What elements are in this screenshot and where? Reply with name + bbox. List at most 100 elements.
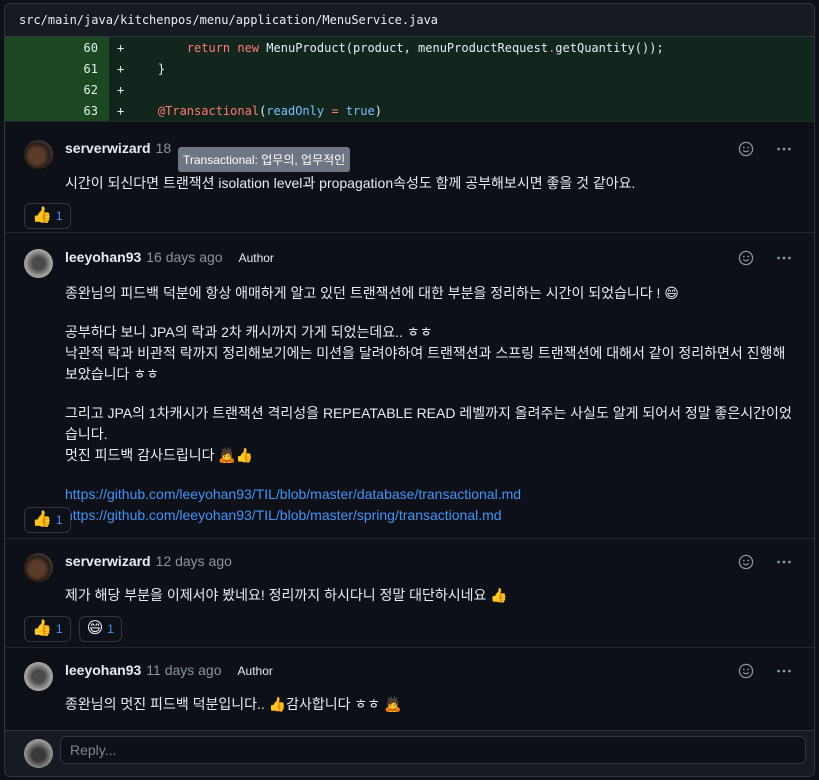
smile-icon: 😄 bbox=[86, 620, 104, 637]
comment-body: 제가 해당 부분을 이제서야 봤네요! 정리까지 하시다니 정말 대단하시네요 … bbox=[65, 585, 794, 606]
comment-actions bbox=[737, 140, 793, 158]
kebab-horizontal-icon[interactable] bbox=[775, 553, 793, 571]
reactions-bar: 👍 1 😄 1 bbox=[24, 616, 122, 642]
diff-sign: + bbox=[117, 82, 125, 97]
reaction-count: 1 bbox=[55, 209, 63, 223]
comment-timestamp[interactable]: 11 days ago bbox=[146, 662, 221, 678]
comment-text: 그리고 JPA의 1차캐시가 트랜잭션 격리성을 REPEATABLE READ… bbox=[65, 405, 792, 463]
current-user-avatar bbox=[24, 739, 53, 768]
comment-text: 종완님의 피드백 덕분에 항상 애매하게 알고 있던 트랜잭션에 대한 부분을 … bbox=[65, 285, 679, 301]
diff-line: 60 + return new MenuProduct(product, men… bbox=[5, 37, 814, 58]
avatar[interactable] bbox=[24, 662, 53, 691]
divider bbox=[5, 538, 814, 539]
line-number[interactable]: 60 bbox=[5, 37, 109, 58]
comment: serverwizard 18 시간이 되신다면 트랜잭션 isolation … bbox=[5, 140, 814, 194]
link[interactable]: https://github.com/leeyohan93/TIL/blob/m… bbox=[65, 486, 521, 502]
diff-line: 61 + } bbox=[5, 58, 814, 79]
diff-line: 63 + @Transactional(readOnly = true) bbox=[5, 100, 814, 121]
comment-header: serverwizard 12 days ago bbox=[65, 553, 794, 573]
comment-body: 종완님의 멋진 피드백 덕분입니다.. 👍감사합니다 ㅎㅎ 🙇 bbox=[65, 694, 794, 715]
comment-body: 시간이 되신다면 트랜잭션 isolation level과 propagati… bbox=[65, 173, 794, 194]
line-number[interactable]: 61 bbox=[5, 58, 109, 79]
diff-sign: + bbox=[117, 103, 125, 118]
code-token: } bbox=[129, 61, 166, 76]
comment-actions bbox=[737, 249, 793, 267]
comment: leeyohan93 16 days ago Author 종완님의 피드백 덕… bbox=[5, 249, 814, 526]
file-path[interactable]: src/main/java/kitchenpos/menu/applicatio… bbox=[19, 13, 438, 27]
comment-timestamp[interactable]: 12 days ago bbox=[156, 553, 232, 569]
smiley-icon[interactable] bbox=[737, 553, 755, 571]
reaction-count: 1 bbox=[107, 622, 114, 636]
code-token: ) bbox=[374, 103, 382, 118]
reaction-thumbs-up[interactable]: 👍 1 bbox=[24, 507, 71, 533]
comment: serverwizard 12 days ago 제가 해당 부분을 이제서야 … bbox=[5, 553, 814, 606]
diff-line: 62 + bbox=[5, 79, 814, 100]
reaction-count: 1 bbox=[55, 622, 63, 636]
kebab-horizontal-icon[interactable] bbox=[775, 662, 793, 680]
code-token: = bbox=[331, 103, 339, 118]
diff-sign: + bbox=[117, 40, 125, 55]
diff-hunk: 60 + return new MenuProduct(product, men… bbox=[5, 37, 814, 121]
comment-author[interactable]: leeyohan93 bbox=[65, 249, 141, 265]
comment-header: leeyohan93 11 days ago Author bbox=[65, 662, 794, 682]
reactions-bar: 👍 1 bbox=[24, 507, 71, 533]
reply-bar bbox=[5, 730, 814, 776]
code-token: @Transactional bbox=[157, 103, 260, 118]
line-number[interactable]: 62 bbox=[5, 79, 109, 100]
avatar[interactable] bbox=[24, 553, 53, 582]
code-line: return new MenuProduct(product, menuProd… bbox=[129, 41, 664, 55]
kebab-horizontal-icon[interactable] bbox=[775, 140, 793, 158]
comment-header: serverwizard 18 bbox=[65, 140, 794, 160]
comment-text: 공부하다 보니 JPA의 락과 2차 캐시까지 가게 되었는데요.. ㅎㅎ 낙관… bbox=[65, 324, 786, 382]
avatar[interactable] bbox=[24, 140, 53, 169]
comment-text: 종완님의 멋진 피드백 덕분입니다.. 👍감사합니다 ㅎㅎ 🙇 bbox=[65, 696, 402, 712]
reaction-thumbs-up[interactable]: 👍 1 bbox=[24, 203, 71, 229]
reaction-thumbs-up[interactable]: 👍 1 bbox=[24, 616, 71, 642]
code-token: readOnly bbox=[266, 103, 325, 118]
smiley-icon[interactable] bbox=[737, 662, 755, 680]
thumbs-up-icon: 👍 bbox=[32, 207, 52, 224]
kebab-horizontal-icon[interactable] bbox=[775, 249, 793, 267]
comment-author[interactable]: serverwizard bbox=[65, 140, 151, 156]
comment-author[interactable]: serverwizard bbox=[65, 553, 151, 569]
comment-timestamp[interactable]: 18 bbox=[156, 140, 172, 156]
file-header: src/main/java/kitchenpos/menu/applicatio… bbox=[5, 4, 814, 37]
comment-actions bbox=[737, 553, 793, 571]
thumbs-up-icon: 👍 bbox=[32, 620, 52, 637]
code-token: getQuantity()); bbox=[555, 40, 664, 55]
comment-body: 종완님의 피드백 덕분에 항상 애매하게 알고 있던 트랜잭션에 대한 부분을 … bbox=[65, 283, 794, 526]
link[interactable]: https://github.com/leeyohan93/TIL/blob/m… bbox=[65, 507, 502, 523]
smiley-icon[interactable] bbox=[737, 140, 755, 158]
comment: leeyohan93 11 days ago Author 종완님의 멋진 피드… bbox=[5, 662, 814, 715]
code-line: } bbox=[129, 62, 165, 76]
comment-links: https://github.com/leeyohan93/TIL/blob/m… bbox=[65, 484, 794, 526]
reaction-smile[interactable]: 😄 1 bbox=[78, 616, 122, 642]
code-token: true bbox=[345, 103, 375, 118]
smiley-icon[interactable] bbox=[737, 249, 755, 267]
avatar[interactable] bbox=[24, 249, 53, 278]
divider bbox=[5, 232, 814, 233]
divider bbox=[5, 647, 814, 648]
reply-input[interactable] bbox=[60, 736, 806, 764]
code-token: return bbox=[186, 40, 231, 55]
code-token: new bbox=[237, 40, 260, 55]
comment-text: 제가 해당 부분을 이제서야 봤네요! 정리까지 하시다니 정말 대단하시네요 … bbox=[65, 587, 508, 603]
comment-text: 시간이 되신다면 트랜잭션 isolation level과 propagati… bbox=[65, 175, 636, 191]
line-number[interactable]: 63 bbox=[5, 100, 109, 121]
author-badge: Author bbox=[237, 664, 273, 678]
comment-author[interactable]: leeyohan93 bbox=[65, 662, 141, 678]
comment-header: leeyohan93 16 days ago Author bbox=[65, 249, 794, 269]
comment-actions bbox=[737, 662, 793, 680]
comment-timestamp[interactable]: 16 days ago bbox=[146, 249, 222, 265]
diff-sign: + bbox=[117, 61, 125, 76]
author-badge: Author bbox=[238, 251, 274, 265]
divider bbox=[5, 121, 814, 122]
tooltip: Transactional: 업무의, 업무적인 bbox=[178, 147, 351, 172]
review-thread-panel: src/main/java/kitchenpos/menu/applicatio… bbox=[4, 3, 815, 777]
code-line: @Transactional(readOnly = true) bbox=[129, 104, 382, 118]
code-token: MenuProduct(product, menuProductRequest bbox=[259, 40, 549, 55]
thumbs-up-icon: 👍 bbox=[32, 511, 52, 528]
